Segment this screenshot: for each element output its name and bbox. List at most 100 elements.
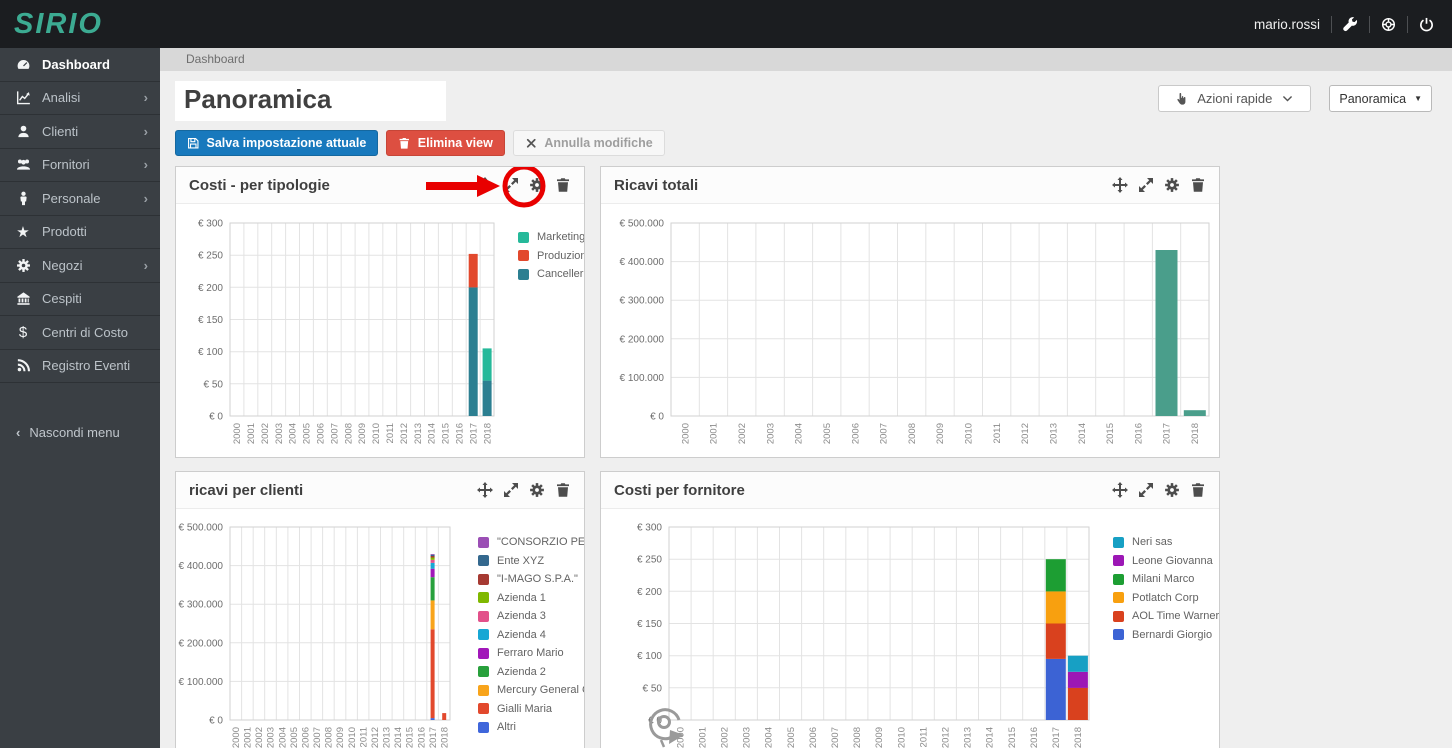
legend-item[interactable]: Azienda 4 bbox=[478, 628, 584, 641]
panel-costi-per-fornitore: Costi per fornitore € 0 € 50 € 100 € 150 € 2… bbox=[600, 471, 1220, 748]
sidebar-item-cespiti[interactable]: Cespiti bbox=[0, 283, 160, 316]
legend-item[interactable]: Azienda 3 bbox=[478, 610, 584, 622]
legend-label: Bernardi Giorgio bbox=[1132, 628, 1213, 641]
sidebar-item-personale[interactable]: Personale › bbox=[0, 182, 160, 216]
svg-text:€ 100: € 100 bbox=[637, 651, 662, 662]
legend-item[interactable]: AOL Time Warner In bbox=[1113, 610, 1219, 622]
svg-text:€ 300.000: € 300.000 bbox=[179, 600, 224, 611]
legend-item[interactable]: Gialli Maria bbox=[478, 702, 584, 715]
svg-text:2017: 2017 bbox=[1162, 423, 1173, 444]
brand-area[interactable]: SIRIO bbox=[0, 8, 160, 41]
svg-text:€ 400.000: € 400.000 bbox=[179, 561, 224, 572]
wrench-icon[interactable] bbox=[1343, 16, 1358, 32]
legend-label: Azienda 4 bbox=[497, 628, 546, 641]
settings-gear-icon[interactable] bbox=[529, 482, 545, 498]
legend-label: Neri sas bbox=[1132, 536, 1173, 548]
legend-swatch bbox=[478, 721, 489, 733]
svg-text:2008: 2008 bbox=[324, 727, 335, 748]
view-selector[interactable]: Panoramica ▼ bbox=[1329, 85, 1432, 112]
svg-text:2008: 2008 bbox=[343, 423, 354, 444]
legend-item[interactable]: Neri sas bbox=[1113, 536, 1219, 548]
sidebar-item-label: Cespiti bbox=[42, 291, 82, 307]
sidebar-item-negozi[interactable]: Negozi › bbox=[0, 249, 160, 283]
svg-text:2000: 2000 bbox=[231, 727, 242, 748]
legend-item[interactable]: Altri bbox=[478, 721, 584, 733]
move-icon[interactable] bbox=[1112, 177, 1128, 193]
svg-text:2003: 2003 bbox=[765, 423, 776, 444]
quick-actions-button[interactable]: Azioni rapide bbox=[1158, 85, 1312, 112]
sidebar-item-prodotti[interactable]: ★ Prodotti bbox=[0, 216, 160, 249]
legend-label: Mercury General C... bbox=[497, 684, 584, 696]
legend-swatch bbox=[1113, 629, 1124, 640]
legend-item[interactable]: Ferraro Mario bbox=[478, 647, 584, 659]
legend-item[interactable]: Mercury General C... bbox=[478, 684, 584, 696]
legend-item[interactable]: Cancelleria bbox=[518, 268, 584, 280]
chevron-down-icon bbox=[1281, 92, 1294, 105]
sidebar-collapse-menu[interactable]: ‹ Nascondi menu bbox=[0, 425, 160, 440]
save-view-button[interactable]: Salva impostazione attuale bbox=[175, 130, 379, 156]
sidebar-item-clienti[interactable]: Clienti › bbox=[0, 115, 160, 149]
legend-item[interactable]: "CONSORZIO PER I... bbox=[478, 536, 584, 548]
svg-text:€ 250: € 250 bbox=[637, 555, 662, 566]
delete-trash-icon[interactable] bbox=[1190, 482, 1206, 498]
svg-text:€ 500.000: € 500.000 bbox=[620, 219, 665, 230]
move-icon[interactable] bbox=[477, 177, 493, 193]
delete-view-button[interactable]: Elimina view bbox=[386, 130, 505, 156]
sidebar-item-label: Personale bbox=[42, 190, 101, 206]
svg-text:2000: 2000 bbox=[675, 727, 686, 748]
expand-icon[interactable] bbox=[503, 177, 519, 193]
legend-swatch bbox=[1113, 592, 1124, 603]
chevron-right-icon: › bbox=[143, 90, 148, 106]
legend-item[interactable]: Ente XYZ bbox=[478, 555, 584, 567]
sidebar-item-dashboard[interactable]: Dashboard bbox=[0, 48, 160, 82]
svg-text:2013: 2013 bbox=[413, 423, 424, 444]
svg-text:€ 500.000: € 500.000 bbox=[179, 523, 224, 534]
undo-changes-button[interactable]: Annulla modifiche bbox=[512, 130, 665, 156]
svg-text:2000: 2000 bbox=[232, 423, 243, 444]
power-icon[interactable] bbox=[1419, 17, 1434, 32]
legend-label: Gialli Maria bbox=[497, 702, 553, 715]
panel-title: Costi - per tipologie bbox=[189, 176, 330, 194]
delete-trash-icon[interactable] bbox=[555, 482, 571, 498]
svg-text:€ 50: € 50 bbox=[643, 683, 663, 694]
globe-icon[interactable] bbox=[1381, 17, 1396, 32]
legend-item[interactable]: Produzione bbox=[518, 250, 584, 262]
sidebar-item-fornitori[interactable]: Fornitori › bbox=[0, 149, 160, 182]
legend-item[interactable]: Marketing bbox=[518, 231, 584, 243]
legend-item[interactable]: Azienda 1 bbox=[478, 592, 584, 604]
settings-gear-icon[interactable] bbox=[1164, 177, 1180, 193]
move-icon[interactable] bbox=[477, 482, 493, 498]
svg-text:2011: 2011 bbox=[918, 727, 929, 747]
svg-text:2015: 2015 bbox=[441, 423, 452, 444]
svg-text:2010: 2010 bbox=[371, 423, 382, 444]
svg-text:2006: 2006 bbox=[808, 727, 819, 748]
svg-text:2009: 2009 bbox=[935, 423, 946, 444]
legend-item[interactable]: Bernardi Giorgio bbox=[1113, 628, 1219, 641]
legend-label: Azienda 3 bbox=[497, 610, 546, 622]
expand-icon[interactable] bbox=[503, 482, 519, 498]
move-icon[interactable] bbox=[1112, 482, 1128, 498]
svg-text:2005: 2005 bbox=[302, 423, 313, 444]
sidebar-item-registro-eventi[interactable]: Registro Eventi bbox=[0, 350, 160, 383]
expand-icon[interactable] bbox=[1138, 177, 1154, 193]
settings-gear-icon[interactable] bbox=[1164, 482, 1180, 498]
sidebar-item-label: Clienti bbox=[42, 123, 79, 139]
sidebar-item-analisi[interactable]: Analisi › bbox=[0, 82, 160, 115]
expand-icon[interactable] bbox=[1138, 482, 1154, 498]
svg-text:2016: 2016 bbox=[1029, 727, 1040, 748]
sidebar-item-label: Registro Eventi bbox=[42, 358, 131, 374]
delete-trash-icon[interactable] bbox=[555, 177, 571, 193]
svg-text:2014: 2014 bbox=[427, 423, 438, 444]
settings-gear-icon[interactable] bbox=[529, 177, 545, 193]
legend-item[interactable]: "I-MAGO S.P.A." bbox=[478, 573, 584, 585]
svg-text:€ 200: € 200 bbox=[198, 283, 223, 294]
sidebar-item-centri-di-costo[interactable]: $ Centri di Costo bbox=[0, 316, 160, 350]
legend-item[interactable]: Potlatch Corp bbox=[1113, 592, 1219, 604]
legend-swatch bbox=[478, 610, 489, 622]
delete-trash-icon[interactable] bbox=[1190, 177, 1206, 193]
svg-text:2017: 2017 bbox=[468, 423, 479, 444]
svg-text:2013: 2013 bbox=[963, 727, 974, 748]
legend-item[interactable]: Leone Giovanna bbox=[1113, 555, 1219, 567]
legend-item[interactable]: Milani Marco bbox=[1113, 573, 1219, 585]
legend-item[interactable]: Azienda 2 bbox=[478, 666, 584, 678]
